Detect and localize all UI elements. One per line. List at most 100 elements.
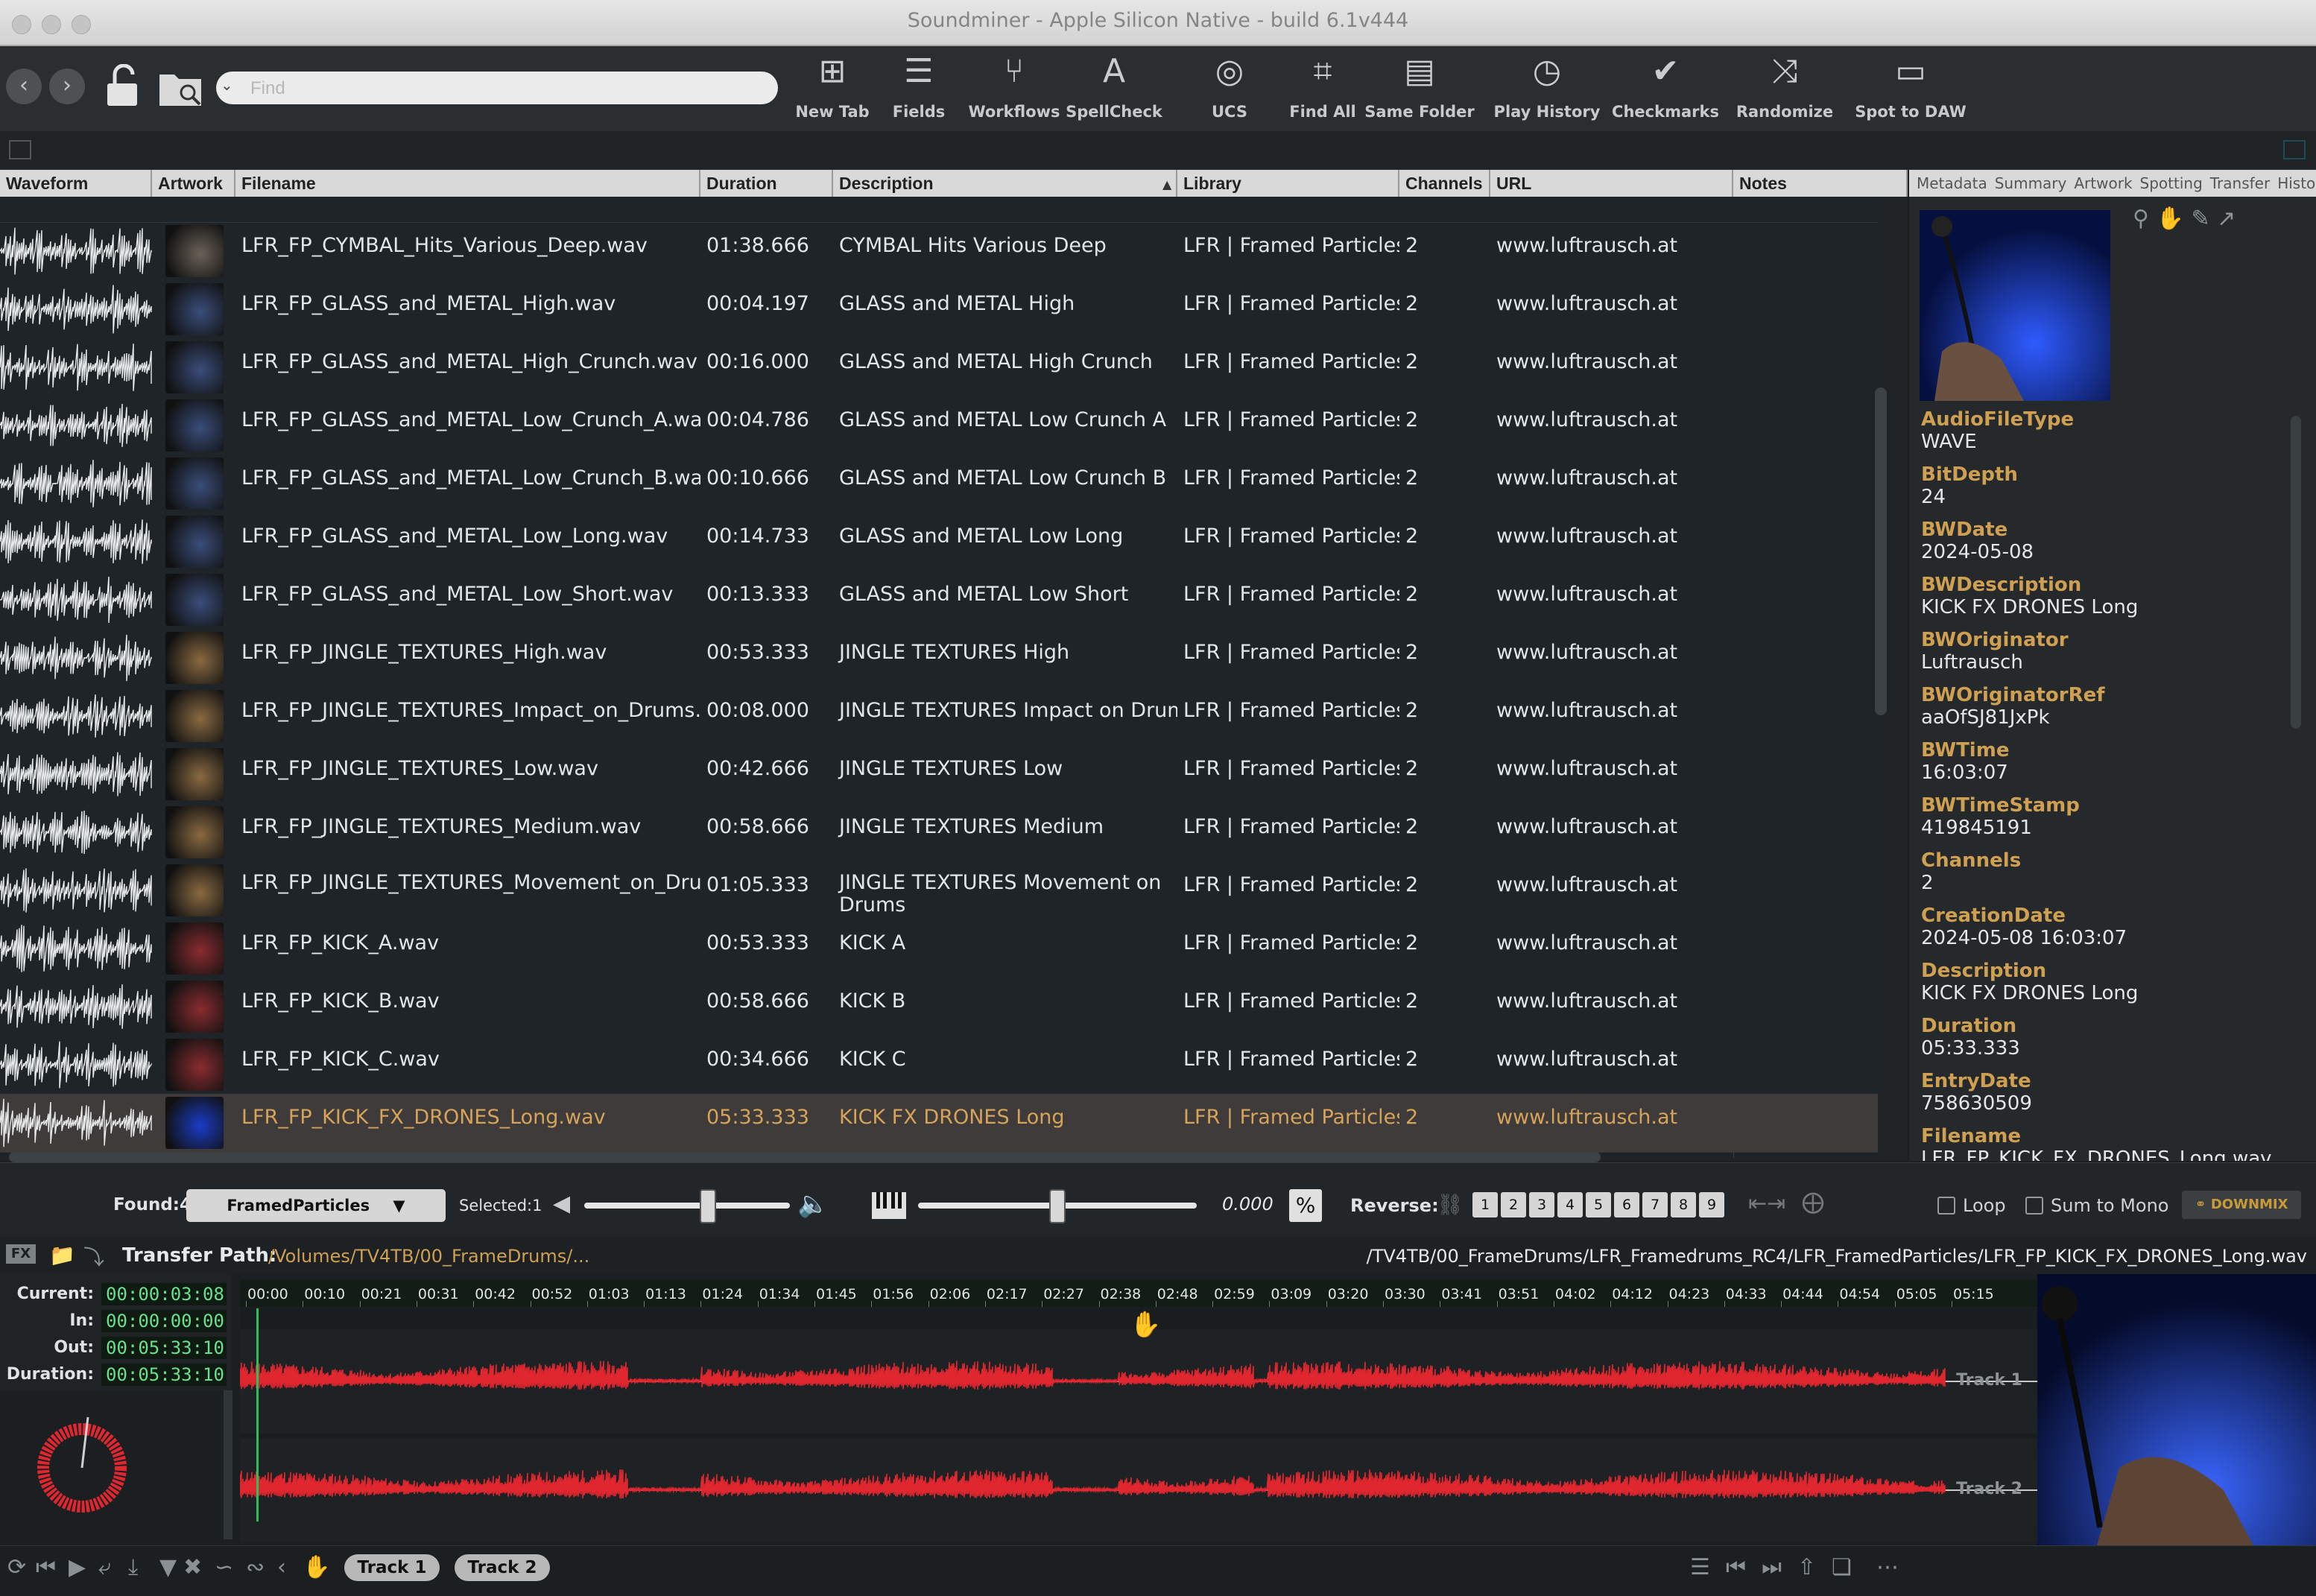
- metadata-value[interactable]: 2024-05-08: [1921, 541, 2034, 563]
- table-row[interactable]: LFR_FP_GLASS_and_METAL_Low_Crunch_B.wav 0…: [0, 455, 1878, 513]
- transfer-path[interactable]: /Volumes/TV4TB/00_FrameDrums/...: [268, 1246, 589, 1267]
- downmix-button[interactable]: ⚭ DOWNMIX: [2182, 1191, 2301, 1219]
- metadata-scrollbar[interactable]: [2291, 416, 2301, 729]
- hand-tool-icon[interactable]: ✋: [303, 1554, 330, 1580]
- table-row[interactable]: LFR_FP_GLASS_and_METAL_Low_Short.wav 00:1…: [0, 571, 1878, 630]
- tool-find-all-button[interactable]: ⌗ Find All: [1274, 51, 1371, 128]
- reverse-slot-button[interactable]: 2: [1501, 1192, 1526, 1217]
- column-header-artwork[interactable]: Artwork: [152, 170, 235, 197]
- side-tab-transfer[interactable]: Transfer: [2210, 174, 2270, 192]
- tool-play-history-button[interactable]: ◷ Play History: [1487, 51, 1607, 128]
- fx-button[interactable]: FX: [6, 1244, 36, 1264]
- column-header-library[interactable]: Library: [1177, 170, 1399, 197]
- magnify-icon[interactable]: ⚲: [2133, 206, 2149, 232]
- metadata-value[interactable]: LFR_FP_KICK_FX_DRONES_Long.wav: [1921, 1147, 2272, 1161]
- piano-icon[interactable]: [870, 1189, 908, 1222]
- tool-checkmarks-button[interactable]: ✔ Checkmarks: [1610, 51, 1721, 128]
- panel-toggle-icon[interactable]: [2283, 140, 2306, 159]
- up-icon[interactable]: ⇧: [1797, 1554, 1816, 1580]
- metadata-value[interactable]: 2024-05-08 16:03:07: [1921, 927, 2127, 949]
- search-input[interactable]: [249, 72, 766, 106]
- loop-icon[interactable]: ⟳: [7, 1554, 26, 1580]
- column-header-waveform[interactable]: Waveform: [0, 170, 152, 197]
- table-row[interactable]: LFR_FP_GLASS_and_METAL_High_Crunch.wav 00…: [0, 338, 1878, 397]
- metadata-value[interactable]: 16:03:07: [1921, 761, 2008, 784]
- table-row[interactable]: LFR_FP_KICK_B.wav 00:58.666 KICK B LFR | Fr…: [0, 978, 1878, 1036]
- marker-icon[interactable]: ▼: [159, 1554, 177, 1580]
- chevron-left-icon[interactable]: ‹: [277, 1554, 286, 1580]
- horizontal-scrollbar[interactable]: [9, 1152, 1601, 1162]
- column-header-notes[interactable]: Notes: [1733, 170, 1908, 197]
- return-icon[interactable]: ⤶: [98, 1554, 111, 1580]
- forward-button[interactable]: ›: [49, 69, 85, 104]
- to-end-icon[interactable]: ⏭: [1762, 1554, 1782, 1580]
- table-row[interactable]: LFR_FP_JINGLE_TEXTURES_Impact_on_Drums.w…: [0, 687, 1878, 746]
- out-time[interactable]: 00:05:33:10: [101, 1337, 227, 1359]
- metadata-value[interactable]: WAVE: [1921, 431, 1977, 453]
- tool-same-folder-button[interactable]: ▤ Same Folder: [1364, 51, 1475, 128]
- metadata-value[interactable]: 758630509: [1921, 1092, 2032, 1115]
- table-row[interactable]: LFR_FP_KICK_FX_DRONES_Long.wav 05:33.333 K…: [0, 1094, 1878, 1153]
- library-select[interactable]: FramedParticles ▼: [186, 1189, 446, 1222]
- table-row[interactable]: LFR_FP_KICK_C.wav 00:34.666 KICK C LFR | Fr…: [0, 1036, 1878, 1095]
- meter-scrollbar[interactable]: [224, 1390, 232, 1539]
- metadata-value[interactable]: 05:33.333: [1921, 1037, 2020, 1060]
- reverse-slot-button[interactable]: 7: [1642, 1192, 1668, 1217]
- pitch-slider-knob[interactable]: [1049, 1189, 1066, 1223]
- volume-slider[interactable]: [584, 1203, 790, 1209]
- skip-back-icon[interactable]: ⏮: [36, 1554, 56, 1580]
- reverse-slot-button[interactable]: 8: [1671, 1192, 1696, 1217]
- column-header-duration[interactable]: Duration: [700, 170, 833, 197]
- search-dropdown-icon[interactable]: ⌄: [221, 76, 233, 94]
- sidebar-toggle-icon[interactable]: [9, 140, 31, 159]
- artwork-thumbnail[interactable]: [1920, 210, 2110, 401]
- column-header-filename[interactable]: Filename: [235, 170, 700, 197]
- loop-checkbox[interactable]: [1937, 1197, 1955, 1215]
- table-row[interactable]: LFR_FP_JINGLE_TEXTURES_Medium.wav 00:58.6…: [0, 803, 1878, 862]
- side-tab-metadata[interactable]: Metadata: [1917, 174, 1987, 192]
- fade-in-icon[interactable]: ∽: [215, 1554, 233, 1580]
- side-tab-history[interactable]: History: [2277, 174, 2316, 192]
- reverse-slot-button[interactable]: 5: [1586, 1192, 1611, 1217]
- timeline-ruler[interactable]: 00:00 00:10 00:21 00:31 00:42 00:52 01:03 01:13…: [240, 1280, 2040, 1307]
- sum-to-mono-checkbox[interactable]: [2025, 1197, 2043, 1215]
- tool-fields-button[interactable]: ☰ Fields: [878, 51, 960, 128]
- tools-icon[interactable]: ✖: [183, 1554, 202, 1580]
- metadata-value[interactable]: KICK FX DRONES Long: [1921, 596, 2138, 618]
- folder-search-icon[interactable]: [158, 69, 207, 109]
- tool-randomize-button[interactable]: ⤨ Randomize: [1729, 51, 1841, 128]
- vertical-scrollbar[interactable]: [1875, 387, 1887, 715]
- metadata-value[interactable]: 419845191: [1921, 817, 2032, 839]
- waveform-editor[interactable]: Track 1 Track 2 ✋: [239, 1308, 2040, 1542]
- track-2-lane[interactable]: Track 2: [239, 1438, 2040, 1542]
- track-2-button[interactable]: Track 2: [455, 1554, 550, 1581]
- fade-out-icon[interactable]: ∾: [246, 1554, 265, 1580]
- side-tab-summary[interactable]: Summary: [1995, 174, 2067, 192]
- reverse-slot-button[interactable]: 1: [1472, 1192, 1498, 1217]
- table-row[interactable]: LFR_FP_CYMBAL_Hits_Various_Deep.wav 01:38…: [0, 222, 1878, 281]
- track-1-button[interactable]: Track 1: [344, 1554, 440, 1581]
- download-icon[interactable]: ⤓: [128, 1554, 138, 1580]
- percent-toggle[interactable]: %: [1289, 1189, 1322, 1222]
- fit-width-icon[interactable]: ⇤⇥: [1748, 1191, 1785, 1217]
- metadata-value[interactable]: KICK FX DRONES Long: [1921, 982, 2138, 1004]
- arrow-icon[interactable]: ⤵: [83, 1241, 104, 1271]
- table-row[interactable]: LFR_FP_GLASS_and_METAL_Low_Crunch_A.wav 0…: [0, 396, 1878, 455]
- table-row[interactable]: LFR_FP_JINGLE_TEXTURES_High.wav 00:53.333…: [0, 629, 1878, 688]
- artwork-preview[interactable]: [2037, 1274, 2316, 1545]
- metadata-value[interactable]: Luftrausch: [1921, 651, 2023, 674]
- back-button[interactable]: ‹: [6, 69, 42, 104]
- tool-workflows-button[interactable]: ⑂ Workflows: [966, 51, 1063, 128]
- table-row[interactable]: LFR_FP_KICK_A.wav 00:53.333 KICK A LFR | Fr…: [0, 919, 1878, 978]
- link-icon[interactable]: ⛓: [1437, 1192, 1464, 1217]
- side-tab-spotting[interactable]: Spotting: [2140, 174, 2203, 192]
- tool-new-tab-button[interactable]: ⊞ New Tab: [791, 51, 873, 128]
- to-start-icon[interactable]: ⏮: [1726, 1554, 1746, 1580]
- table-row[interactable]: LFR_FP_GLASS_and_METAL_High.wav 00:04.197…: [0, 280, 1878, 339]
- search-field[interactable]: ⌄: [216, 72, 778, 106]
- play-icon[interactable]: ▶: [69, 1554, 86, 1580]
- lock-icon[interactable]: [104, 63, 145, 107]
- mixer-icon[interactable]: ☰: [1690, 1554, 1710, 1580]
- metadata-value[interactable]: aaOfSJ81JxPk: [1921, 706, 2050, 729]
- column-header-description[interactable]: Description: [833, 170, 1177, 197]
